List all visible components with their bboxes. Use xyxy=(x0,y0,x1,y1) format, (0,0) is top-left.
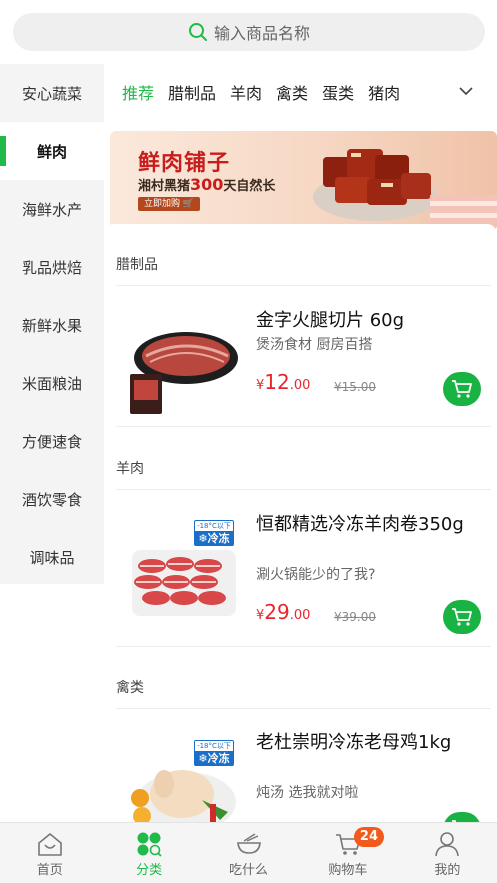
banner-buy-label: 立即加购 xyxy=(144,199,181,209)
sidebar-item-label: 米面粮油 xyxy=(21,374,82,393)
sidebar-item-seafood[interactable]: 海鲜水产 xyxy=(0,180,104,238)
divider xyxy=(116,426,491,427)
category-icon xyxy=(137,832,162,857)
product-card-lamb-roll[interactable]: -18°C以下 ❄冷冻 恒都精选冷冻羊肉卷350g 涮火锅能少的了我? ¥29.… xyxy=(104,506,497,636)
sidebar-item-label: 海鲜水产 xyxy=(21,200,82,219)
banner-subtitle-highlight: 300 xyxy=(190,175,224,194)
search-bar: 输入商品名称 xyxy=(0,0,497,64)
nav-category[interactable]: 分类 xyxy=(99,823,198,883)
banner-subtitle-prefix: 湘村黑猪 xyxy=(138,179,191,194)
nav-label: 首页 xyxy=(36,863,63,878)
frozen-tag-label: ❄冷冻 xyxy=(195,751,233,766)
braised-pork-image xyxy=(313,149,437,221)
frozen-tag: -18°C以下 ❄冷冻 xyxy=(194,740,234,766)
sidebar-item-label: 酒饮零食 xyxy=(21,490,82,509)
nav-label: 分类 xyxy=(136,863,163,878)
frozen-tag-temp: -18°C以下 xyxy=(197,522,231,530)
snowflake-icon: ❄ xyxy=(198,532,208,545)
sidebar-item-label: 调味品 xyxy=(29,548,75,567)
add-to-cart-button[interactable] xyxy=(443,372,481,406)
sidebar-item-instant-food[interactable]: 方便速食 xyxy=(0,412,104,470)
pork-belly-image xyxy=(430,195,497,225)
product-name: 老杜崇明冷冻老母鸡1kg xyxy=(256,732,452,753)
nav-home[interactable]: 首页 xyxy=(0,823,99,883)
search-icon xyxy=(188,23,207,41)
banner-buy-button[interactable]: 立即加购 🛒 xyxy=(138,197,201,211)
divider xyxy=(116,646,491,647)
product-name: 恒都精选冷冻羊肉卷350g xyxy=(256,514,464,535)
sidebar-item-label: 鲜肉 xyxy=(36,142,67,161)
home-icon xyxy=(37,833,62,856)
divider xyxy=(116,285,491,286)
ham-slices-image xyxy=(130,332,238,414)
price-decimal: .00 xyxy=(289,378,311,393)
nav-what-to-eat[interactable]: 吃什么 xyxy=(199,823,298,883)
sidebar-item-fresh-meat[interactable]: 鲜肉 xyxy=(0,122,104,180)
tab-cured-meat[interactable]: 腊制品 xyxy=(168,80,216,104)
sidebar-item-label: 安心蔬菜 xyxy=(21,84,82,103)
sidebar-item-drinks-snacks[interactable]: 酒饮零食 xyxy=(0,470,104,528)
product-card-ham[interactable]: 金字火腿切片 60g 煲汤食材 厨房百搭 ¥12.00 ¥15.00 xyxy=(104,302,497,432)
snowflake-icon: ❄ xyxy=(198,752,208,765)
price-integer: 29 xyxy=(264,600,290,624)
product-old-price: ¥15.00 xyxy=(334,380,376,394)
product-name: 金字火腿切片 60g xyxy=(256,310,405,331)
add-to-cart-button[interactable] xyxy=(443,600,481,634)
sidebar-item-grain-oil[interactable]: 米面粮油 xyxy=(0,354,104,412)
cart-count-badge: 24 xyxy=(353,827,385,847)
nav-label: 购物车 xyxy=(328,863,368,878)
nav-cart[interactable]: 24 购物车 xyxy=(298,823,397,883)
bottom-nav: 首页 分类 吃什么 24 购物车 我的 xyxy=(0,822,497,883)
bowl-icon xyxy=(236,833,261,854)
subcategory-tabs: 推荐 腊制品 羊肉 禽类 蛋类 猪肉 xyxy=(104,64,497,120)
banner-title: 鲜肉铺子 xyxy=(138,151,231,176)
product-list: 腊制品 金字火腿切片 60g 煲汤食材 厨房百搭 ¥12.00 ¥15.00 羊… xyxy=(104,224,497,846)
product-desc: 炖汤 选我就对啦 xyxy=(256,785,359,801)
frozen-tag-text: 冷冻 xyxy=(207,532,230,545)
sidebar-item-dairy-bakery[interactable]: 乳品烘焙 xyxy=(0,238,104,296)
sidebar-item-fruit[interactable]: 新鲜水果 xyxy=(0,296,104,354)
tab-pork[interactable]: 猪肉 xyxy=(368,80,400,104)
section-title-lamb: 羊肉 xyxy=(116,461,144,477)
user-icon xyxy=(435,832,460,857)
price-integer: 12 xyxy=(264,370,290,394)
product-price: ¥12.00 xyxy=(256,370,310,394)
section-title-poultry: 禽类 xyxy=(116,680,144,696)
price-decimal: .00 xyxy=(289,608,311,623)
nav-label: 吃什么 xyxy=(229,863,269,878)
sidebar-item-label: 方便速食 xyxy=(21,432,82,451)
product-desc: 涮火锅能少的了我? xyxy=(256,567,376,583)
sidebar-item-seasoning[interactable]: 调味品 xyxy=(0,528,104,586)
section-title-cured: 腊制品 xyxy=(116,257,158,273)
category-sidebar: 安心蔬菜 鲜肉 海鲜水产 乳品烘焙 新鲜水果 米面粮油 方便速食 酒饮零食 调味… xyxy=(0,64,104,584)
frozen-tag: -18°C以下 ❄冷冻 xyxy=(194,520,234,546)
nav-label: 我的 xyxy=(434,863,461,878)
nav-profile[interactable]: 我的 xyxy=(398,823,497,883)
tab-recommend[interactable]: 推荐 xyxy=(122,80,154,104)
sidebar-item-label: 新鲜水果 xyxy=(21,316,82,335)
divider xyxy=(116,708,491,709)
banner-subtitle: 湘村黑猪300天自然长 xyxy=(138,175,275,194)
tab-eggs[interactable]: 蛋类 xyxy=(322,80,354,104)
frozen-tag-temp: -18°C以下 xyxy=(197,742,231,750)
cart-icon xyxy=(452,608,472,626)
search-input[interactable]: 输入商品名称 xyxy=(13,13,485,51)
sidebar-item-label: 乳品烘焙 xyxy=(21,258,82,277)
product-desc: 煲汤食材 厨房百搭 xyxy=(256,337,373,353)
frozen-tag-label: ❄冷冻 xyxy=(195,531,233,546)
cart-icon xyxy=(452,380,472,398)
banner-subtitle-suffix: 天自然长 xyxy=(223,179,276,194)
product-price: ¥29.00 xyxy=(256,600,310,624)
divider xyxy=(116,489,491,490)
chevron-down-icon[interactable] xyxy=(457,82,475,100)
search-placeholder: 输入商品名称 xyxy=(213,24,310,43)
frozen-tag-text: 冷冻 xyxy=(207,752,230,765)
tab-lamb[interactable]: 羊肉 xyxy=(230,80,262,104)
promo-banner[interactable]: 鲜肉铺子 湘村黑猪300天自然长 立即加购 🛒 xyxy=(110,131,497,231)
sidebar-item-vegetables[interactable]: 安心蔬菜 xyxy=(0,64,104,122)
tab-poultry[interactable]: 禽类 xyxy=(276,80,308,104)
product-old-price: ¥39.00 xyxy=(334,610,376,624)
